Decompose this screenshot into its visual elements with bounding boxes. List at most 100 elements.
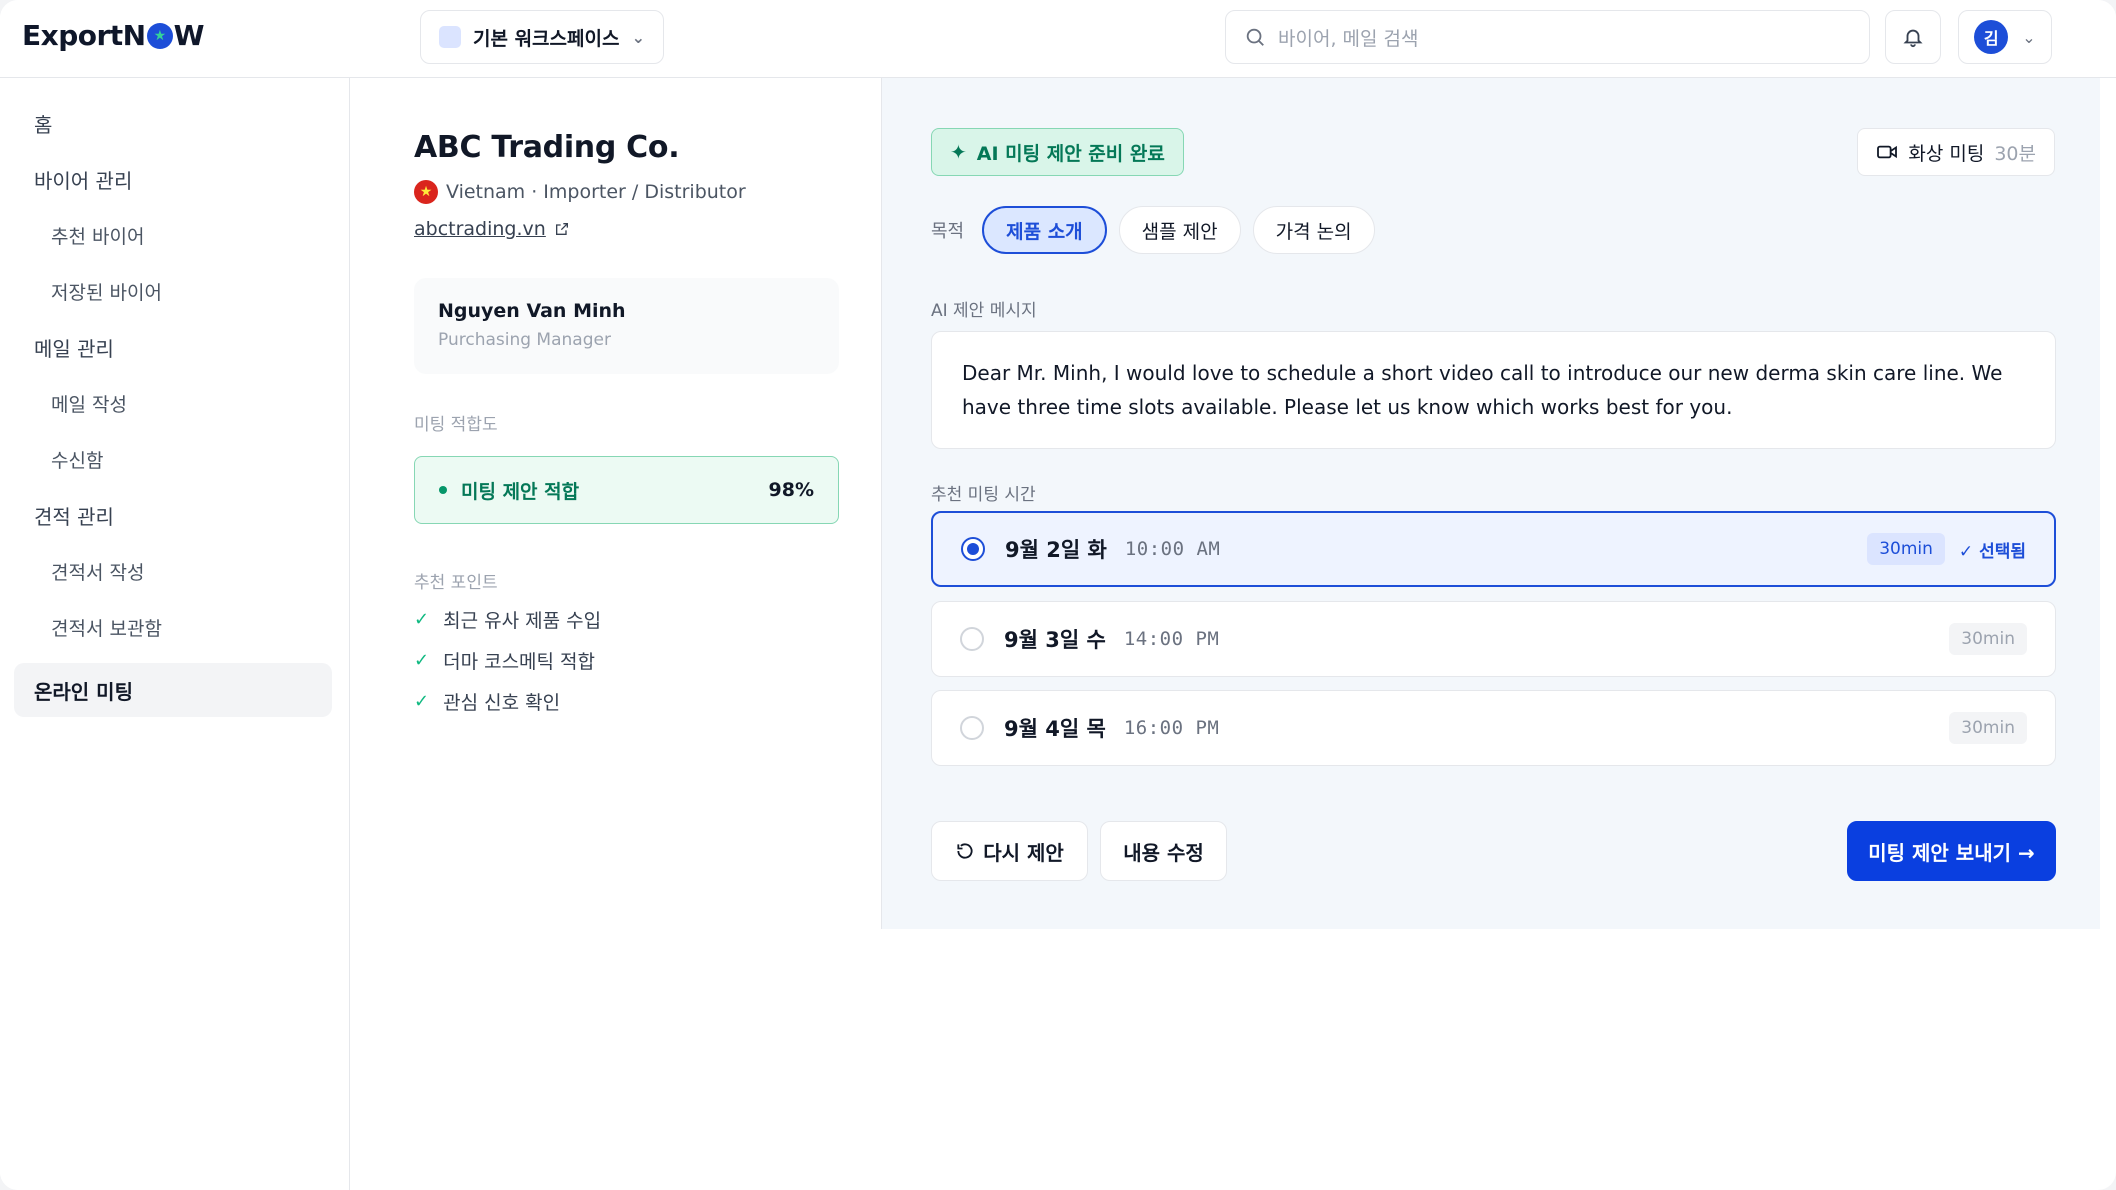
fit-status-card: 미팅 제안 적합 98% bbox=[414, 456, 839, 524]
check-icon: ✓ bbox=[414, 691, 430, 712]
ai-ready-label: AI 미팅 제안 준비 완료 bbox=[976, 142, 1165, 165]
workspace-icon bbox=[439, 26, 461, 48]
contact-name: Nguyen Van Minh bbox=[438, 300, 626, 322]
search-input[interactable]: 바이어, 메일 검색 bbox=[1278, 24, 1418, 51]
user-menu-button[interactable]: 김 ⌄ bbox=[1958, 10, 2052, 64]
send-meeting-proposal-label: 미팅 제안 보내기 → bbox=[1868, 840, 2035, 865]
sidebar-item-label: 견적서 작성 bbox=[51, 561, 145, 584]
refresh-icon bbox=[957, 843, 973, 859]
slot-time: 16:00 PM bbox=[1123, 717, 1220, 739]
fit-status-label: 미팅 제안 적합 bbox=[461, 480, 580, 503]
recommend-point-text: 더마 코스메틱 적합 bbox=[443, 651, 596, 673]
avatar: 김 bbox=[1974, 20, 2009, 54]
sidebar-item-create-quote[interactable]: 견적서 작성 bbox=[14, 544, 332, 598]
workspace-label: 기본 워크스페이스 bbox=[473, 27, 620, 50]
recommend-point: ✓ 관심 신호 확인 bbox=[414, 688, 560, 715]
recommend-point-text: 관심 신호 확인 bbox=[443, 692, 561, 714]
meeting-panel: ✦ AI 미팅 제안 준비 완료 화상 미팅 30분 목적 제품 소개 샘플 제… bbox=[881, 78, 2100, 929]
slot-date: 9월 4일 목 bbox=[1004, 717, 1106, 741]
buyer-meta-text: Vietnam · Importer / Distributor bbox=[446, 181, 746, 203]
sidebar-item-label: 추천 바이어 bbox=[51, 225, 145, 248]
logo[interactable]: ExportNW bbox=[22, 19, 205, 52]
sidebar-item-home[interactable]: 홈 bbox=[14, 96, 332, 150]
purpose-label: 목적 bbox=[931, 221, 965, 242]
check-icon: ✓ bbox=[414, 650, 430, 671]
time-slot-option[interactable]: 9월 3일 수 14:00 PM 30min bbox=[931, 601, 2056, 677]
slots-section-label: 추천 미팅 시간 bbox=[931, 485, 1036, 505]
radio-selected-icon[interactable] bbox=[961, 537, 985, 561]
sidebar-item-saved-buyers[interactable]: 저장된 바이어 bbox=[14, 264, 332, 318]
sidebar-item-label: 수신함 bbox=[51, 449, 104, 472]
sidebar: 홈 바이어 관리 추천 바이어 저장된 바이어 메일 관리 메일 작성 수신함 … bbox=[0, 78, 350, 1190]
video-meeting-button[interactable]: 화상 미팅 30분 bbox=[1857, 128, 2055, 176]
logo-text-n: N bbox=[122, 19, 146, 52]
video-meeting-label: 화상 미팅 bbox=[1908, 142, 1985, 165]
recommend-point: ✓ 더마 코스메틱 적합 bbox=[414, 647, 595, 674]
time-slot-option[interactable]: 9월 4일 목 16:00 PM 30min bbox=[931, 690, 2056, 766]
purpose-chip-product-intro[interactable]: 제품 소개 bbox=[982, 206, 1107, 254]
buyer-website-link[interactable]: abctrading.vn bbox=[414, 218, 570, 240]
purpose-selector: 목적 제품 소개 샘플 제안 가격 논의 bbox=[931, 206, 1375, 254]
fit-score: 98% bbox=[768, 479, 814, 501]
sidebar-item-label: 바이어 관리 bbox=[34, 168, 133, 193]
logo-text-end: W bbox=[173, 19, 205, 52]
top-bar: ExportNW 기본 워크스페이스 ⌄ 바이어, 메일 검색 김 ⌄ bbox=[0, 0, 2116, 78]
buyer-name: ABC Trading Co. bbox=[414, 130, 680, 165]
search-icon bbox=[1246, 28, 1264, 46]
sidebar-item-label: 견적 관리 bbox=[34, 504, 114, 529]
workspace-selector[interactable]: 기본 워크스페이스 ⌄ bbox=[420, 10, 664, 64]
bell-icon bbox=[1903, 29, 1923, 48]
send-meeting-proposal-button[interactable]: 미팅 제안 보내기 → bbox=[1847, 821, 2056, 881]
vietnam-flag-icon: ★ bbox=[414, 180, 438, 204]
message-section-label: AI 제안 메시지 bbox=[931, 301, 1037, 321]
sidebar-item-label: 메일 작성 bbox=[51, 393, 127, 416]
external-link-icon bbox=[555, 223, 568, 235]
sidebar-item-online-meeting[interactable]: 온라인 미팅 bbox=[14, 663, 332, 717]
slot-duration-badge: 30min bbox=[1949, 712, 2027, 744]
check-icon: ✓ bbox=[414, 609, 430, 630]
slot-date: 9월 2일 화 bbox=[1005, 538, 1107, 562]
slot-selected-label: ✓ 선택됨 bbox=[1958, 541, 2026, 562]
sparkle-icon: ✦ bbox=[950, 140, 967, 164]
retry-suggestion-label: 다시 제안 bbox=[983, 840, 1064, 865]
video-meeting-duration: 30분 bbox=[1994, 142, 2036, 165]
slot-duration-badge: 30min bbox=[1867, 533, 1945, 565]
slot-date: 9월 3일 수 bbox=[1004, 628, 1106, 652]
points-section-label: 추천 포인트 bbox=[414, 573, 498, 593]
fit-section-label: 미팅 적합도 bbox=[414, 415, 498, 435]
sidebar-item-inbox[interactable]: 수신함 bbox=[14, 432, 332, 486]
app-window: ExportNW 기본 워크스페이스 ⌄ 바이어, 메일 검색 김 ⌄ 홈 바이… bbox=[0, 0, 2116, 1190]
edit-content-button[interactable]: 내용 수정 bbox=[1100, 821, 1227, 881]
purpose-chip-sample-offer[interactable]: 샘플 제안 bbox=[1118, 206, 1241, 254]
purpose-chip-price-discussion[interactable]: 가격 논의 bbox=[1252, 206, 1375, 254]
ai-message-box[interactable]: Dear Mr. Minh, I would love to schedule … bbox=[931, 331, 2056, 449]
sidebar-item-quote-management[interactable]: 견적 관리 bbox=[14, 488, 332, 542]
logo-text-start: Export bbox=[22, 19, 123, 52]
sidebar-item-mail-management[interactable]: 메일 관리 bbox=[14, 320, 332, 374]
sidebar-item-label: 메일 관리 bbox=[34, 336, 114, 361]
search-bar[interactable]: 바이어, 메일 검색 bbox=[1225, 10, 1870, 64]
sidebar-item-label: 저장된 바이어 bbox=[51, 281, 162, 304]
radio-icon[interactable] bbox=[960, 627, 984, 651]
logo-star-icon bbox=[146, 22, 173, 49]
sidebar-item-buyer-management[interactable]: 바이어 관리 bbox=[14, 152, 332, 206]
radio-icon[interactable] bbox=[960, 716, 984, 740]
sidebar-item-label: 견적서 보관함 bbox=[51, 617, 162, 640]
sidebar-item-recommended-buyers[interactable]: 추천 바이어 bbox=[14, 208, 332, 262]
sidebar-item-label: 온라인 미팅 bbox=[34, 679, 133, 704]
buyer-website-text: abctrading.vn bbox=[414, 218, 546, 240]
sidebar-item-compose-mail[interactable]: 메일 작성 bbox=[14, 376, 332, 430]
buyer-meta: ★ Vietnam · Importer / Distributor bbox=[414, 180, 746, 204]
notification-button[interactable] bbox=[1885, 10, 1941, 64]
chevron-down-icon: ⌄ bbox=[631, 27, 645, 47]
slot-duration-badge: 30min bbox=[1949, 623, 2027, 655]
retry-suggestion-button[interactable]: 다시 제안 bbox=[931, 821, 1088, 881]
sidebar-item-quote-archive[interactable]: 견적서 보관함 bbox=[14, 600, 332, 654]
status-dot-icon bbox=[439, 486, 447, 494]
video-camera-icon bbox=[1877, 145, 1898, 159]
time-slot-option[interactable]: 9월 2일 화 10:00 AM 30min ✓ 선택됨 bbox=[931, 511, 2056, 587]
buyer-panel: ABC Trading Co. ★ Vietnam · Importer / D… bbox=[351, 78, 881, 1190]
edit-content-label: 내용 수정 bbox=[1123, 840, 1204, 865]
recommend-point: ✓ 최근 유사 제품 수입 bbox=[414, 606, 601, 633]
contact-card: Nguyen Van Minh Purchasing Manager bbox=[414, 278, 839, 374]
